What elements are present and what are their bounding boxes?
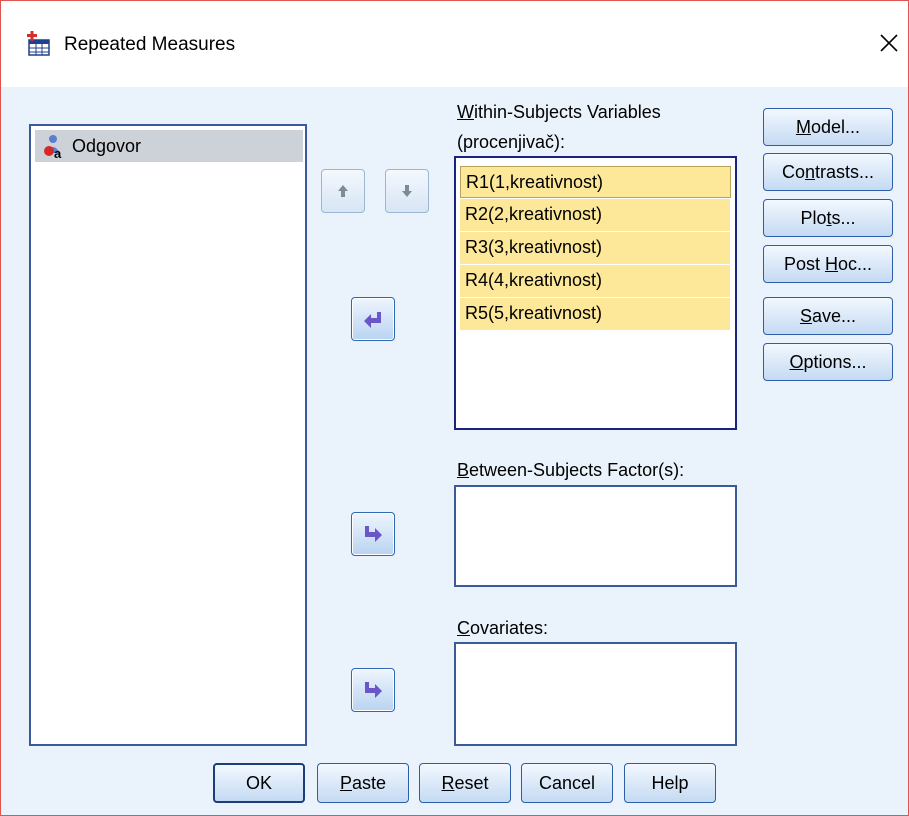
list-item[interactable]: R3(3,kreativnost) bbox=[460, 232, 730, 264]
model-button[interactable]: Model... bbox=[763, 108, 893, 146]
svg-text:a: a bbox=[54, 146, 62, 159]
between-subjects-label: Between-Subjects Factor(s): bbox=[457, 460, 685, 480]
repeated-measures-dialog: Repeated Measures a Odgovor Within-Subje… bbox=[0, 0, 909, 816]
arrow-right-icon bbox=[365, 526, 382, 542]
close-icon bbox=[880, 34, 898, 52]
covariates-label-text: ovariates: bbox=[470, 618, 549, 638]
move-up-button[interactable] bbox=[321, 169, 365, 213]
within-subjects-sublabel: (procenjivač): bbox=[457, 132, 566, 152]
move-down-button[interactable] bbox=[385, 169, 429, 213]
covariates-label: Covariates: bbox=[457, 618, 549, 638]
reset-button[interactable]: Reset bbox=[419, 763, 511, 803]
paste-button[interactable]: Paste bbox=[317, 763, 409, 803]
close-button[interactable] bbox=[871, 25, 907, 61]
plots-button[interactable]: Plots... bbox=[763, 199, 893, 237]
save-button[interactable]: Save... bbox=[763, 297, 893, 335]
arrow-down-icon bbox=[402, 185, 412, 197]
ok-button[interactable]: OK bbox=[213, 763, 305, 803]
contrasts-button[interactable]: Contrasts... bbox=[763, 153, 893, 191]
list-item[interactable]: R2(2,kreativnost) bbox=[460, 199, 730, 231]
options-button[interactable]: Options... bbox=[763, 343, 893, 381]
list-item[interactable]: R5(5,kreativnost) bbox=[460, 298, 730, 330]
source-variable-list[interactable]: a Odgovor bbox=[29, 124, 307, 746]
nominal-variable-icon: a bbox=[41, 133, 67, 161]
within-subjects-label: Within-Subjects Variables bbox=[457, 102, 661, 122]
arrow-left-icon bbox=[364, 312, 381, 328]
covariates-list[interactable] bbox=[454, 642, 737, 746]
cancel-button[interactable]: Cancel bbox=[521, 763, 613, 803]
list-item[interactable]: R1(1,kreativnost) bbox=[460, 166, 731, 198]
help-button[interactable]: Help bbox=[624, 763, 716, 803]
title-bar: Repeated Measures bbox=[1, 1, 908, 87]
arrow-up-icon bbox=[338, 185, 348, 197]
list-item[interactable]: R4(4,kreativnost) bbox=[460, 265, 730, 297]
dialog-title: Repeated Measures bbox=[64, 34, 236, 55]
within-subjects-label-text: ithin-Subjects Variables bbox=[474, 102, 661, 122]
list-item-label: Odgovor bbox=[72, 135, 142, 156]
spss-app-icon bbox=[26, 31, 52, 57]
move-within-button[interactable] bbox=[351, 297, 395, 341]
within-subjects-list[interactable]: R1(1,kreativnost) R2(2,kreativnost) R3(3… bbox=[454, 156, 737, 430]
move-between-button[interactable] bbox=[351, 512, 395, 556]
move-covariates-button[interactable] bbox=[351, 668, 395, 712]
arrow-right-icon bbox=[365, 682, 382, 698]
post-hoc-button[interactable]: Post Hoc... bbox=[763, 245, 893, 283]
between-subjects-list[interactable] bbox=[454, 485, 737, 587]
list-item[interactable]: a Odgovor bbox=[35, 130, 303, 162]
between-subjects-label-text: etween-Subjects Factor(s): bbox=[469, 460, 685, 480]
